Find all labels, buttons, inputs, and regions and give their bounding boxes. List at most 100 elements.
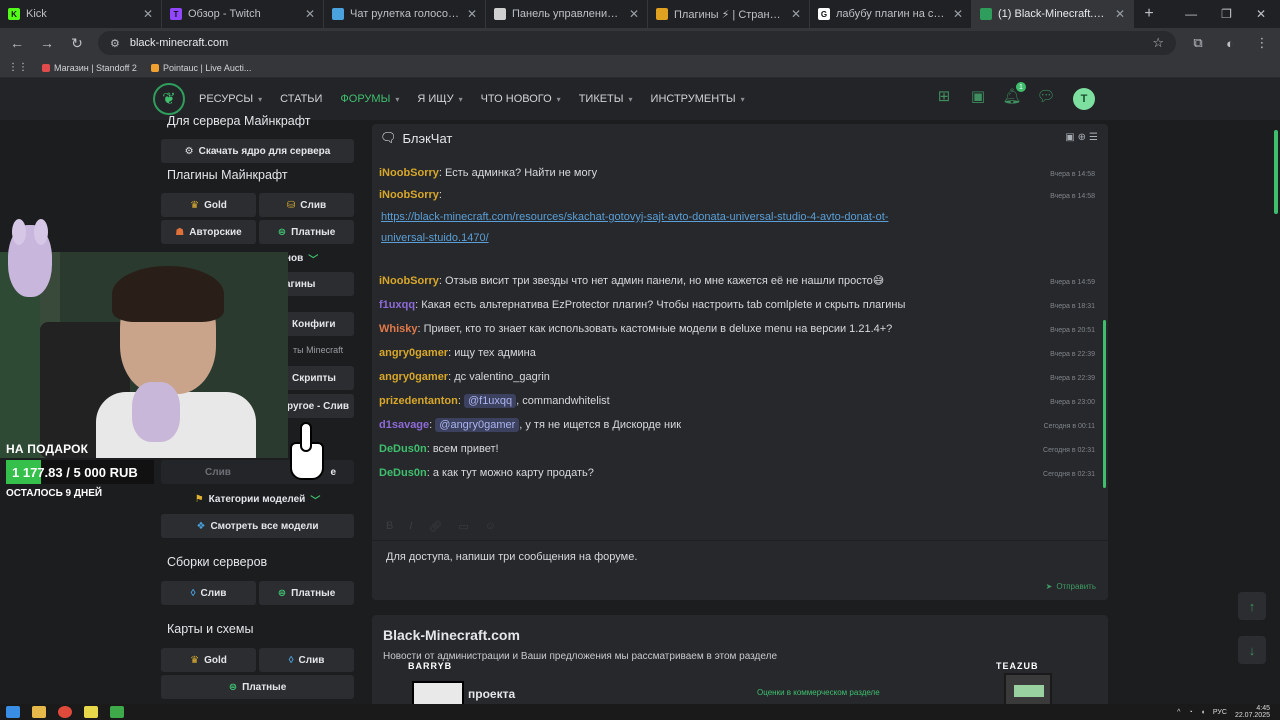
- maps-gold-button[interactable]: ♛ Gold: [161, 648, 256, 672]
- browser-tab[interactable]: Чат рулетка голосовая — Nek ✕: [324, 0, 486, 28]
- nav-item[interactable]: РЕСУРСЫ ▾: [199, 93, 262, 105]
- maps-leak-button[interactable]: ◊ Слив: [259, 648, 354, 672]
- browser-tab[interactable]: Панель управления Майнкра ✕: [486, 0, 648, 28]
- bold-icon[interactable]: B: [386, 520, 393, 533]
- chat-username[interactable]: angry0gamer: [379, 347, 448, 359]
- tab-close-icon[interactable]: ✕: [629, 7, 639, 21]
- chat-username[interactable]: DeDus0n: [379, 443, 427, 455]
- start-icon[interactable]: [6, 706, 20, 718]
- explorer-icon[interactable]: [32, 706, 46, 718]
- builds-paid-button[interactable]: ⊜ Платные: [259, 581, 354, 605]
- translate-icon[interactable]: ⊞: [934, 86, 954, 106]
- restore-icon[interactable]: ❐: [1221, 7, 1232, 21]
- chat-username[interactable]: f1uxqq: [379, 299, 415, 311]
- image-icon[interactable]: ▭: [458, 520, 468, 533]
- emoji-icon[interactable]: ☺: [485, 520, 496, 533]
- nav-item[interactable]: ИНСТРУМЕНТЫ ▾: [651, 93, 745, 105]
- all-models-button[interactable]: ❖ Смотреть все модели: [161, 514, 354, 538]
- back-icon[interactable]: ←: [8, 35, 26, 51]
- volume-icon[interactable]: ◖: [1201, 709, 1205, 716]
- latest-thread-link[interactable]: Оценки в коммерческом разделе: [757, 688, 880, 697]
- cube-icon: ❖: [196, 520, 206, 532]
- tab-close-icon[interactable]: ✕: [1115, 7, 1125, 21]
- plugins-leak-button[interactable]: ⛁ Слив: [259, 193, 354, 217]
- thread-title[interactable]: проекта: [468, 687, 515, 701]
- network-icon[interactable]: ◔: [1188, 709, 1192, 716]
- italic-icon[interactable]: I: [409, 520, 412, 533]
- tab-close-icon[interactable]: ✕: [791, 7, 801, 21]
- chat-scrollbar[interactable]: [1103, 320, 1106, 488]
- bookmark-pointauc[interactable]: Pointauc | Live Aucti...: [150, 63, 251, 73]
- browser-tab[interactable]: T Обзор - Twitch ✕: [162, 0, 324, 28]
- new-tab-button[interactable]: +: [1134, 0, 1164, 28]
- site-info-icon[interactable]: ⚙: [110, 37, 120, 50]
- app-icon[interactable]: [84, 706, 98, 718]
- scroll-up-icon[interactable]: ↑: [1238, 592, 1266, 620]
- bookmark-standoff[interactable]: Магазин | Standoff 2: [42, 63, 137, 73]
- download-core-button[interactable]: ⚙ Скачать ядро для сервера: [161, 139, 354, 163]
- chat-username[interactable]: angry0gamer: [379, 371, 448, 383]
- builds-leak-button[interactable]: ◊ Слив: [161, 581, 256, 605]
- caret-down-icon: ▾: [556, 94, 561, 104]
- tab-close-icon[interactable]: ✕: [953, 7, 963, 21]
- user-mention[interactable]: @angry0gamer: [435, 418, 520, 432]
- extensions-icon[interactable]: ⧉: [1188, 35, 1208, 51]
- tab-close-icon[interactable]: ✕: [143, 7, 153, 21]
- plugins-author-button[interactable]: ☗ Авторские: [161, 220, 256, 244]
- tab-favicon-icon: [494, 8, 506, 20]
- bell-icon[interactable]: 🔔︎ 1: [1002, 82, 1026, 106]
- clock[interactable]: 4:45 22.07.2025: [1235, 705, 1270, 719]
- chat-username[interactable]: iNoobSorry: [379, 275, 439, 287]
- scroll-down-icon[interactable]: ↓: [1238, 636, 1266, 664]
- tray-arrow-icon[interactable]: ^: [1177, 709, 1180, 716]
- chat-minimize-icon[interactable]: ▣: [1065, 132, 1074, 143]
- forward-icon[interactable]: →: [38, 35, 56, 51]
- close-window-icon[interactable]: ✕: [1256, 7, 1266, 21]
- chat-username[interactable]: d1savage: [379, 419, 429, 431]
- apps-icon[interactable]: ⋮⋮: [8, 62, 28, 73]
- nav-item[interactable]: ФОРУМЫ ▾: [340, 93, 399, 105]
- chat-settings-icon[interactable]: ⊕: [1078, 132, 1086, 143]
- worlds-label: ты Minecraft: [293, 345, 344, 355]
- bookmark-star-icon[interactable]: ☆: [1152, 35, 1164, 51]
- browser-tab[interactable]: K Kick ✕: [0, 0, 162, 28]
- chat-username[interactable]: iNoobSorry: [379, 189, 439, 201]
- link-icon[interactable]: 🔗︎: [428, 520, 442, 533]
- avatar[interactable]: T: [1073, 88, 1095, 110]
- reload-icon[interactable]: ↻: [68, 35, 86, 52]
- tab-close-icon[interactable]: ✕: [305, 7, 315, 21]
- tab-close-icon[interactable]: ✕: [467, 7, 477, 21]
- conversations-icon[interactable]: 💬︎: [1036, 86, 1056, 106]
- nav-item[interactable]: СТАТЬИ: [280, 93, 322, 105]
- chrome-icon[interactable]: [58, 706, 72, 718]
- page-scrollbar[interactable]: [1274, 130, 1278, 214]
- section-title[interactable]: Black-Minecraft.com: [383, 627, 520, 643]
- chat-username[interactable]: prizedentanton: [379, 395, 458, 407]
- browser-tab[interactable]: (1) Black-Minecraft.com — лучш ✕: [972, 0, 1134, 28]
- site-logo[interactable]: ❦: [153, 83, 185, 115]
- browser-tab[interactable]: Gлабубу плагин на сервер май ✕: [810, 0, 972, 28]
- send-button[interactable]: ➤ Отправить: [1046, 582, 1096, 591]
- chat-username[interactable]: Whisky: [379, 323, 418, 335]
- profile-icon[interactable]: ◐: [1220, 36, 1240, 51]
- plugins-gold-button[interactable]: ♛ Gold: [161, 193, 256, 217]
- chat-username[interactable]: iNoobSorry: [379, 167, 439, 179]
- chat-link-cont[interactable]: universal-stuido.1470/: [381, 232, 489, 244]
- chat-username[interactable]: DeDus0n: [379, 467, 427, 479]
- nav-item[interactable]: Я ИЩУ ▾: [417, 93, 462, 105]
- browser-tab[interactable]: Плагины ⚡ | Страница 2 | 🔥 ✕: [648, 0, 810, 28]
- plugins-paid-button[interactable]: ⊜ Платные: [259, 220, 354, 244]
- language-indicator[interactable]: РУС: [1213, 709, 1227, 716]
- chat-link[interactable]: https://black-minecraft.com/resources/sk…: [381, 211, 888, 223]
- minecraft-icon[interactable]: [110, 706, 124, 718]
- model-categories-button[interactable]: ⚑ Категории моделей ﹀: [161, 487, 354, 511]
- url-input[interactable]: ⚙ black-minecraft.com ☆: [98, 31, 1176, 55]
- nav-item[interactable]: ТИКЕТЫ ▾: [579, 93, 633, 105]
- wallet-icon[interactable]: ▣: [968, 86, 988, 106]
- user-mention[interactable]: @f1uxqq: [463, 394, 517, 408]
- chat-menu-icon[interactable]: ☰: [1089, 132, 1098, 143]
- maps-paid-button[interactable]: ⊜ Платные: [161, 675, 354, 699]
- nav-item[interactable]: ЧТО НОВОГО ▾: [481, 93, 561, 105]
- minimize-icon[interactable]: —: [1185, 7, 1197, 21]
- menu-icon[interactable]: ⋮: [1252, 35, 1272, 51]
